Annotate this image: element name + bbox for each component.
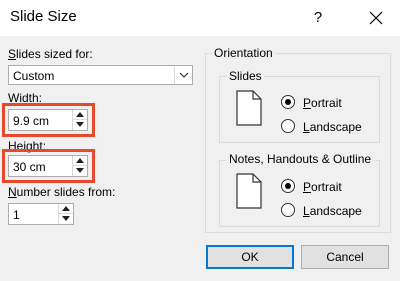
cancel-button[interactable]: Cancel — [301, 245, 389, 269]
number-spin-up-button[interactable] — [59, 204, 73, 214]
notes-landscape-label: Landscape — [303, 204, 362, 218]
title-bar: Slide Size ? — [0, 0, 400, 36]
dialog-title: Slide Size — [10, 8, 77, 25]
slides-sized-for-select[interactable]: Custom — [8, 65, 193, 85]
slides-landscape-label: Landscape — [303, 120, 362, 134]
spin-down-icon — [62, 216, 70, 221]
number-slides-from-spinner[interactable]: 1 — [8, 203, 74, 225]
height-spin-down-button[interactable] — [73, 166, 87, 176]
width-value: 9.9 cm — [13, 114, 50, 128]
height-value: 30 cm — [13, 160, 46, 174]
portrait-page-icon — [236, 90, 262, 126]
spin-up-icon — [76, 158, 84, 163]
slides-sized-for-value: Custom — [13, 69, 55, 83]
help-button[interactable]: ? — [300, 0, 336, 36]
number-spin-down-button[interactable] — [59, 214, 73, 224]
notes-group-title: Notes, Handouts & Outline — [227, 152, 374, 166]
slides-portrait-radio[interactable] — [281, 95, 295, 109]
chevron-down-icon — [179, 72, 189, 78]
close-icon — [369, 11, 383, 25]
spin-up-icon — [76, 112, 84, 117]
spin-up-icon — [62, 206, 70, 211]
portrait-page-icon — [236, 173, 262, 209]
notes-landscape-radio[interactable] — [281, 203, 295, 217]
number-slides-from-label: Number slides from: — [8, 185, 116, 199]
ok-button[interactable]: OK — [206, 245, 294, 269]
height-spinner[interactable]: 30 cm — [8, 155, 88, 177]
number-slides-from-value: 1 — [13, 208, 20, 222]
slides-landscape-radio[interactable] — [281, 119, 295, 133]
dropdown-button[interactable] — [174, 66, 192, 84]
slides-portrait-label: Portrait — [303, 96, 342, 110]
orientation-title: Orientation — [212, 46, 275, 60]
slides-group-title: Slides — [227, 69, 264, 83]
notes-portrait-radio[interactable] — [281, 179, 295, 193]
height-spin-up-button[interactable] — [73, 156, 87, 166]
slides-sized-for-label: Slides sized for: — [8, 47, 93, 61]
notes-portrait-label: Portrait — [303, 180, 342, 194]
width-spinner[interactable]: 9.9 cm — [8, 109, 88, 131]
width-spin-down-button[interactable] — [73, 120, 87, 130]
spin-down-icon — [76, 122, 84, 127]
close-button[interactable] — [358, 0, 394, 36]
spin-down-icon — [76, 168, 84, 173]
width-spin-up-button[interactable] — [73, 110, 87, 120]
